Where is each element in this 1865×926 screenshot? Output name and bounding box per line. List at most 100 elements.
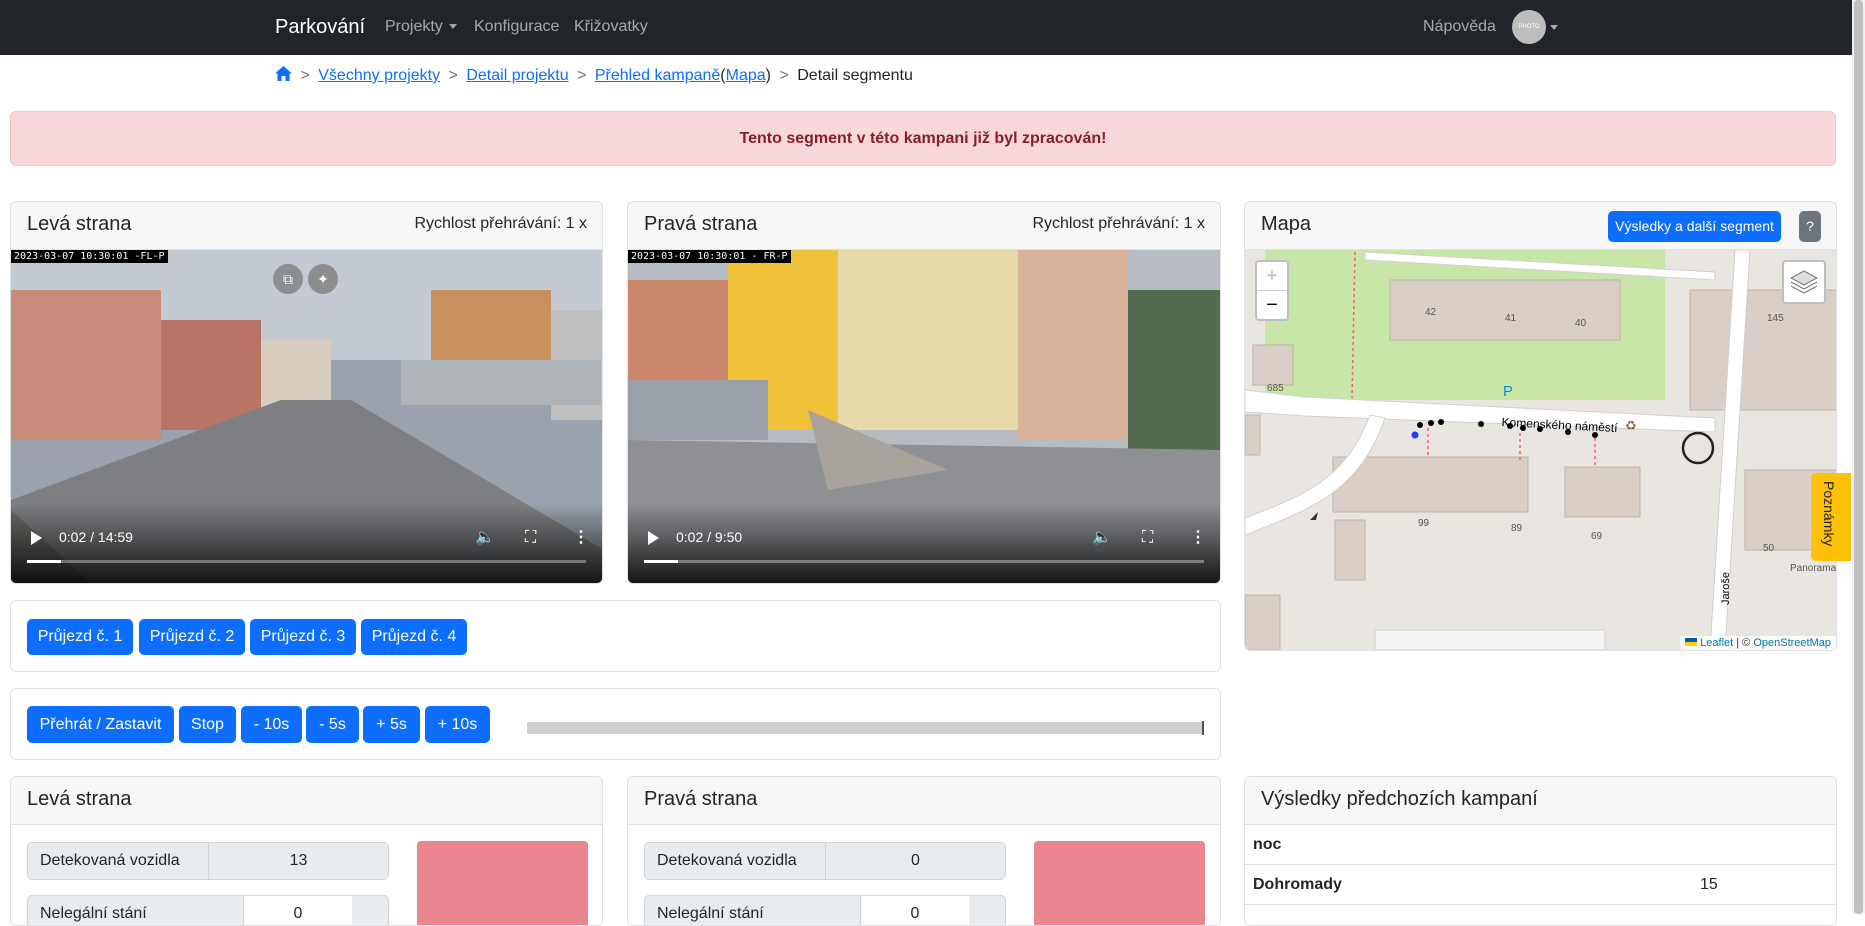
zoom-in-button[interactable]: + xyxy=(1257,262,1287,291)
map-view[interactable]: 42 41 40 685 145 99 89 69 50 Panorama Ko… xyxy=(1245,250,1836,650)
house-number: 99 xyxy=(1418,518,1430,529)
table-row: noc xyxy=(1245,825,1836,865)
illegal-parking-label: Nelegální stání xyxy=(40,905,147,922)
right-video-seekbar[interactable] xyxy=(644,560,1204,563)
right-stats-title: Pravá strana xyxy=(644,788,758,810)
layers-button[interactable] xyxy=(1782,260,1826,304)
breadcrumb-project-detail[interactable]: Detail projektu xyxy=(466,67,568,84)
brand[interactable]: Parkování xyxy=(275,16,365,39)
breadcrumb-paren-close: ) xyxy=(765,67,771,84)
left-video-controls: 0:02 / 14:59 🔈 ⛶ ⋮ xyxy=(11,503,602,583)
processed-alert: Tento segment v této kampani již byl zpr… xyxy=(10,111,1836,166)
breadcrumb-current: Detail segmentu xyxy=(797,67,913,84)
help-button[interactable]: ? xyxy=(1799,211,1821,242)
left-stats-card: Levá strana Detekovaná vozidla 13 Nelegá… xyxy=(10,776,603,926)
home-icon[interactable] xyxy=(275,66,292,81)
rewind-10s-button[interactable]: - 10s xyxy=(241,706,302,743)
play-pause-button[interactable]: Přehrát / Zastavit xyxy=(27,706,174,743)
picture-in-picture-icon[interactable]: ⧉ xyxy=(273,264,303,294)
nav-help[interactable]: Nápověda xyxy=(1423,18,1496,36)
breadcrumb-separator: > xyxy=(779,67,789,84)
street-label: Jaroše xyxy=(1720,571,1732,605)
zoom-out-button[interactable]: − xyxy=(1257,291,1287,319)
left-video-time: 0:02 / 14:59 xyxy=(59,529,133,545)
passes-card: Průjezd č. 1 Průjezd č. 2 Průjezd č. 3 P… xyxy=(10,600,1221,672)
left-video-seekbar[interactable] xyxy=(27,560,586,563)
illegal-parking-row: Nelegální stání 0 xyxy=(644,895,1006,925)
right-video-controls: 0:02 / 9:50 🔈 ⛶ ⋮ xyxy=(628,503,1220,583)
notes-tab[interactable]: Poznámky xyxy=(1811,473,1851,561)
fullscreen-icon[interactable]: ⛶ xyxy=(525,529,536,547)
left-video-player[interactable]: 2023-03-07 10:30:01 -FL-P ⧉ ✦ 0:02 / 14:… xyxy=(11,250,602,583)
alert-text: Tento segment v této kampani již byl zpr… xyxy=(739,129,1107,147)
osm-link[interactable]: OpenStreetMap xyxy=(1753,637,1831,649)
illegal-parking-value[interactable]: 0 xyxy=(860,896,969,925)
breadcrumb-map-link[interactable]: Mapa xyxy=(726,67,766,84)
rewind-5s-button[interactable]: - 5s xyxy=(306,706,359,743)
house-number: 50 xyxy=(1763,543,1775,554)
house-number: 145 xyxy=(1767,313,1784,324)
nav-projects[interactable]: Projekty xyxy=(385,18,457,36)
pass-1-button[interactable]: Průjezd č. 1 xyxy=(27,619,133,655)
pass-3-button[interactable]: Průjezd č. 3 xyxy=(250,619,356,655)
map-title: Mapa xyxy=(1261,213,1312,235)
pass-4-button[interactable]: Průjezd č. 4 xyxy=(361,619,467,655)
next-segment-button[interactable]: Výsledky a další segment xyxy=(1608,211,1781,242)
house-number: 89 xyxy=(1511,523,1523,534)
leaflet-link[interactable]: Leaflet xyxy=(1700,637,1733,649)
nav-configuration[interactable]: Konfigurace xyxy=(474,18,559,36)
status-color-box xyxy=(417,841,588,925)
zoom-control: + − xyxy=(1255,260,1289,321)
detected-vehicles-row: Detekovaná vozidla 0 xyxy=(644,842,1006,880)
more-options-icon[interactable]: ⋮ xyxy=(573,527,589,547)
house-number: 41 xyxy=(1505,313,1517,324)
breadcrumb-all-projects[interactable]: Všechny projekty xyxy=(318,67,440,84)
volume-icon[interactable]: 🔈 xyxy=(475,527,495,547)
parking-icon: P xyxy=(1503,383,1514,400)
table-row: Dohromady 15 xyxy=(1245,865,1836,905)
result-label: Dohromady xyxy=(1253,876,1342,893)
card-header: Výsledky předchozích kampaní xyxy=(1245,777,1836,825)
result-value: 15 xyxy=(1700,876,1718,893)
sparkle-icon[interactable]: ✦ xyxy=(308,264,338,294)
detected-vehicles-row: Detekovaná vozidla 13 xyxy=(27,842,389,880)
right-video-timestamp: 2023-03-07 10:30:01 - FR-P xyxy=(628,250,791,263)
navbar: Parkování Projekty Konfigurace Křižovatk… xyxy=(0,0,1852,55)
nav-intersections[interactable]: Křižovatky xyxy=(574,18,648,36)
breadcrumb-separator: > xyxy=(577,67,587,84)
playback-progress[interactable] xyxy=(527,722,1204,734)
fullscreen-icon[interactable]: ⛶ xyxy=(1142,529,1153,547)
more-options-icon[interactable]: ⋮ xyxy=(1190,527,1206,547)
right-stats-card: Pravá strana Detekovaná vozidla 0 Nelegá… xyxy=(627,776,1221,926)
previous-results-card: Výsledky předchozích kampaní noc Dohroma… xyxy=(1244,776,1837,926)
illegal-parking-row: Nelegální stání 0 xyxy=(27,895,389,925)
play-icon[interactable] xyxy=(648,531,659,545)
card-header: Mapa Výsledky a další segment ? xyxy=(1245,202,1836,250)
result-label: noc xyxy=(1253,836,1282,853)
card-header: Levá strana xyxy=(11,777,602,825)
map-canvas xyxy=(1245,250,1836,650)
right-video-seekbar-fill xyxy=(644,560,678,563)
forward-5s-button[interactable]: + 5s xyxy=(363,706,420,743)
previous-results-title: Výsledky předchozích kampaní xyxy=(1261,788,1538,810)
breadcrumb: > Všechny projekty > Detail projektu > P… xyxy=(275,66,913,85)
right-video-player[interactable]: 2023-03-07 10:30:01 - FR-P 0:02 / 9:50 🔈… xyxy=(628,250,1220,583)
user-menu-chevron-icon[interactable] xyxy=(1550,25,1558,30)
status-color-box xyxy=(1034,841,1205,925)
pass-2-button[interactable]: Průjezd č. 2 xyxy=(139,619,245,655)
breadcrumb-separator: > xyxy=(300,67,310,84)
left-video-card: Levá strana Rychlost přehrávání: 1 x 202… xyxy=(10,201,603,584)
house-number: 69 xyxy=(1591,531,1603,542)
illegal-parking-value[interactable]: 0 xyxy=(243,896,352,925)
left-video-title: Levá strana xyxy=(27,213,132,235)
avatar[interactable]: PHOTO xyxy=(1512,10,1546,44)
stop-button[interactable]: Stop xyxy=(179,706,236,743)
play-icon[interactable] xyxy=(31,531,42,545)
forward-10s-button[interactable]: + 10s xyxy=(425,706,490,743)
card-header: Pravá strana xyxy=(628,777,1220,825)
scrollbar-thumb[interactable] xyxy=(1854,0,1863,914)
attribution-separator: | © xyxy=(1736,637,1751,649)
volume-icon[interactable]: 🔈 xyxy=(1092,527,1112,547)
right-video-card: Pravá strana Rychlost přehrávání: 1 x 20… xyxy=(627,201,1221,584)
breadcrumb-campaign-overview[interactable]: Přehled kampaně xyxy=(595,67,720,84)
